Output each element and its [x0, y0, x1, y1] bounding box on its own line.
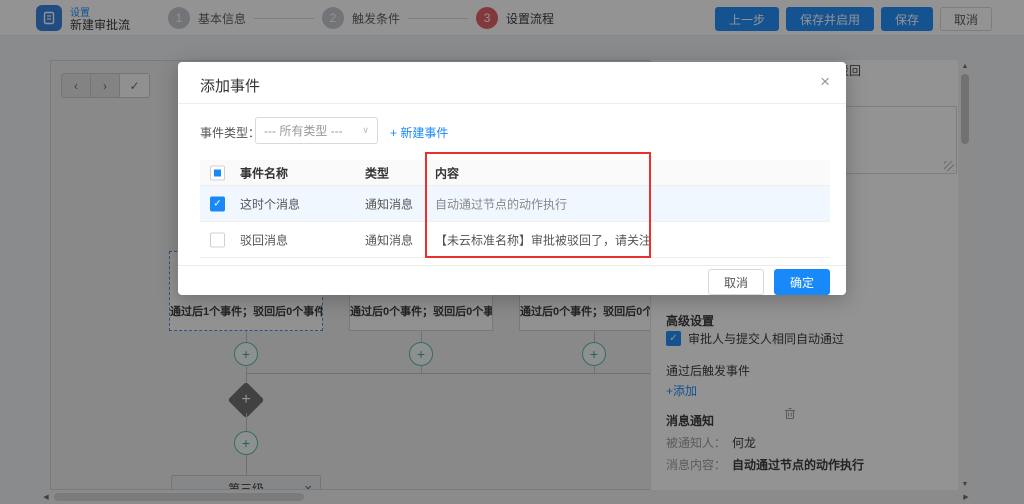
close-icon[interactable]: × [820, 72, 830, 92]
chevron-down-icon: ∨ [362, 125, 369, 136]
table-row[interactable]: ✓ 这时个消息 通知消息 自动通过节点的动作执行 [200, 186, 830, 222]
row-checkbox[interactable]: ✓ [210, 196, 225, 211]
cell-content: 自动通过节点的动作执行 [435, 195, 567, 212]
cell-event-name: 驳回消息 [240, 231, 288, 248]
new-event-link[interactable]: + 新建事件 [390, 124, 448, 141]
event-type-value: --- 所有类型 --- [264, 122, 362, 139]
cell-type: 通知消息 [365, 231, 413, 248]
divider [178, 103, 846, 104]
divider [178, 265, 846, 266]
cell-content: 【未云标准名称】审批被驳回了，请关注 [435, 231, 651, 248]
check-icon: ✓ [213, 198, 221, 209]
col-type: 类型 [365, 164, 389, 181]
event-table: 事件名称 类型 内容 ✓ 这时个消息 通知消息 自动通过节点的动作执行 驳回消息… [200, 160, 830, 258]
modal-ok-button[interactable]: 确定 [774, 269, 830, 295]
row-checkbox[interactable] [210, 232, 225, 247]
event-type-select[interactable]: --- 所有类型 --- ∨ [255, 117, 378, 144]
add-event-modal: 添加事件 × 事件类型： --- 所有类型 --- ∨ + 新建事件 事件名称 … [178, 62, 846, 295]
table-row[interactable]: 驳回消息 通知消息 【未云标准名称】审批被驳回了，请关注 [200, 222, 830, 258]
col-content: 内容 [435, 164, 459, 181]
col-event-name: 事件名称 [240, 164, 288, 181]
modal-cancel-button[interactable]: 取消 [708, 269, 764, 295]
cell-event-name: 这时个消息 [240, 195, 300, 212]
table-header-row: 事件名称 类型 内容 [200, 160, 830, 186]
select-all-checkbox[interactable] [210, 165, 225, 180]
modal-title: 添加事件 [200, 75, 260, 96]
cell-type: 通知消息 [365, 195, 413, 212]
modal-footer: 取消 确定 [708, 269, 830, 295]
event-type-label: 事件类型： [200, 124, 260, 141]
